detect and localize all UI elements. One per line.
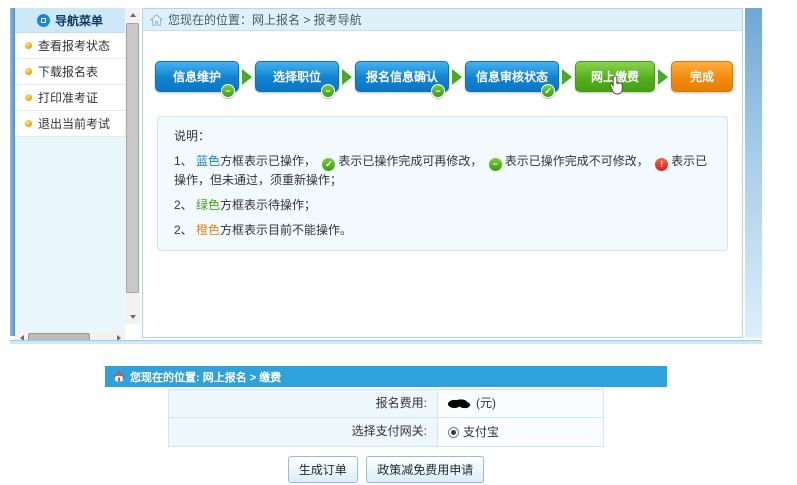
payment-form: 报名费用: (元) 选择支付网关: 支付宝	[168, 389, 604, 447]
sidebar-item-label: 打印准考证	[38, 89, 98, 106]
note-text: 方框表示已操作，	[220, 154, 316, 168]
window-right-edge	[745, 8, 762, 338]
bullet-icon	[25, 68, 32, 75]
bullet-icon	[25, 120, 32, 127]
alipay-radio[interactable]	[448, 427, 459, 438]
sidebar-item-print-ticket[interactable]: 打印准考证	[15, 85, 125, 111]
exclamation-badge-icon: !	[655, 158, 668, 171]
generate-order-button[interactable]: 生成订单	[288, 456, 358, 483]
step-confirm-info[interactable]: 报名信息确认 −	[355, 61, 449, 92]
window-bottom-edge	[10, 340, 762, 344]
step-review-status[interactable]: 信息审核状态 ✓	[465, 61, 559, 92]
fee-row: 报名费用: (元)	[169, 390, 603, 418]
fee-value: (元)	[438, 390, 603, 417]
gateway-value: 支付宝	[438, 418, 603, 446]
notes-title: 说明：	[174, 127, 711, 144]
sidebar-menu: 查看报考状态 下载报名表 打印准考证 退出当前考试	[15, 33, 125, 137]
payment-actions: 生成订单 政策减免费用申请	[105, 456, 667, 483]
note-number: 2、	[174, 223, 193, 237]
step-choose-position[interactable]: 选择职位 −	[255, 61, 339, 92]
sidebar-item-download-form[interactable]: 下载报名表	[15, 59, 125, 85]
vertical-scrollbar[interactable]	[125, 8, 140, 324]
payment-breadcrumb: 您现在的位置: 网上报名 > 缴费	[105, 366, 667, 387]
check-badge-icon: ✓	[541, 84, 555, 98]
step-info-maintain[interactable]: 信息维护 −	[155, 61, 239, 92]
sidebar-title: 导航菜单	[55, 12, 103, 29]
gateway-row: 选择支付网关: 支付宝	[169, 418, 603, 446]
sidebar-item-label: 退出当前考试	[38, 115, 110, 132]
step-label: 信息维护	[173, 70, 221, 84]
vertical-scrollbar-thumb[interactable]	[126, 23, 139, 293]
breadcrumb-text: 您现在的位置：网上报名 > 报考导航	[168, 11, 362, 28]
step-label: 选择职位	[273, 70, 321, 84]
main-panel: 您现在的位置：网上报名 > 报考导航 信息维护 − 选择职位 − 报名信息确认 …	[142, 8, 743, 338]
payment-section: 您现在的位置: 网上报名 > 缴费 报名费用: (元) 选择支付网关: 支付宝 …	[105, 366, 667, 483]
notes-box: 说明： 1、 蓝色方框表示已操作， ✓表示已操作完成可再修改， −表示已操作完成…	[157, 116, 728, 251]
note-orange-word: 橙色	[196, 223, 220, 237]
minus-badge-icon: −	[321, 84, 335, 98]
step-label: 信息审核状态	[476, 70, 548, 84]
note-number: 1、	[174, 154, 193, 168]
note-text: 表示已操作完成不可修改，	[505, 154, 649, 168]
breadcrumb: 您现在的位置：网上报名 > 报考导航	[143, 9, 742, 31]
fee-waiver-apply-button[interactable]: 政策减免费用申请	[366, 456, 484, 483]
nav-menu-icon	[37, 14, 50, 27]
redacted-fee-value	[448, 398, 472, 410]
scroll-up-icon[interactable]	[125, 8, 140, 22]
home-icon	[113, 371, 125, 382]
step-online-payment[interactable]: 网上缴费	[575, 61, 655, 92]
note-text: 方框表示待操作；	[220, 198, 316, 212]
minus-badge-icon: −	[431, 84, 445, 98]
fee-unit: (元)	[476, 390, 496, 417]
notes-line-2: 2、 绿色方框表示待操作；	[174, 196, 711, 213]
sidebar-header: 导航菜单	[15, 8, 125, 33]
sidebar-item-view-status[interactable]: 查看报考状态	[15, 33, 125, 59]
note-text: 表示已操作完成可再修改，	[338, 154, 482, 168]
arrow-icon	[452, 69, 462, 85]
bullet-icon	[25, 94, 32, 101]
cursor-icon	[609, 75, 626, 107]
step-finish[interactable]: 完成	[671, 61, 733, 92]
sidebar: 导航菜单 查看报考状态 下载报名表 打印准考证 退出当前考试	[15, 8, 125, 336]
step-flow: 信息维护 − 选择职位 − 报名信息确认 − 信息审核状态 ✓ 网上缴费	[155, 61, 742, 92]
minus-badge-icon: −	[221, 84, 235, 98]
home-icon	[150, 14, 163, 26]
payment-breadcrumb-text: 您现在的位置: 网上报名 > 缴费	[130, 369, 281, 385]
note-green-word: 绿色	[196, 198, 220, 212]
alipay-option-label: 支付宝	[463, 419, 499, 446]
notes-line-3: 2、 橙色方框表示目前不能操作。	[174, 221, 711, 238]
arrow-icon	[658, 69, 668, 85]
registration-window: 导航菜单 查看报考状态 下载报名表 打印准考证 退出当前考试	[10, 8, 762, 344]
step-label: 完成	[690, 70, 714, 84]
scroll-down-icon[interactable]	[125, 310, 140, 324]
sidebar-item-label: 下载报名表	[38, 63, 98, 80]
sidebar-item-exit-exam[interactable]: 退出当前考试	[15, 111, 125, 137]
bullet-icon	[25, 42, 32, 49]
arrow-icon	[342, 69, 352, 85]
sidebar-item-label: 查看报考状态	[38, 37, 110, 54]
sidebar-empty-area	[15, 137, 125, 323]
gateway-label: 选择支付网关:	[169, 418, 438, 446]
note-blue-word: 蓝色	[196, 154, 220, 168]
note-text: 方框表示目前不能操作。	[220, 223, 352, 237]
minus-badge-icon: −	[489, 158, 502, 171]
arrow-icon	[562, 69, 572, 85]
fee-label: 报名费用:	[169, 390, 438, 417]
note-number: 2、	[174, 198, 193, 212]
check-badge-icon: ✓	[322, 158, 335, 171]
arrow-icon	[242, 69, 252, 85]
step-label: 报名信息确认	[366, 70, 438, 84]
notes-line-1: 1、 蓝色方框表示已操作， ✓表示已操作完成可再修改， −表示已操作完成不可修改…	[174, 152, 711, 188]
